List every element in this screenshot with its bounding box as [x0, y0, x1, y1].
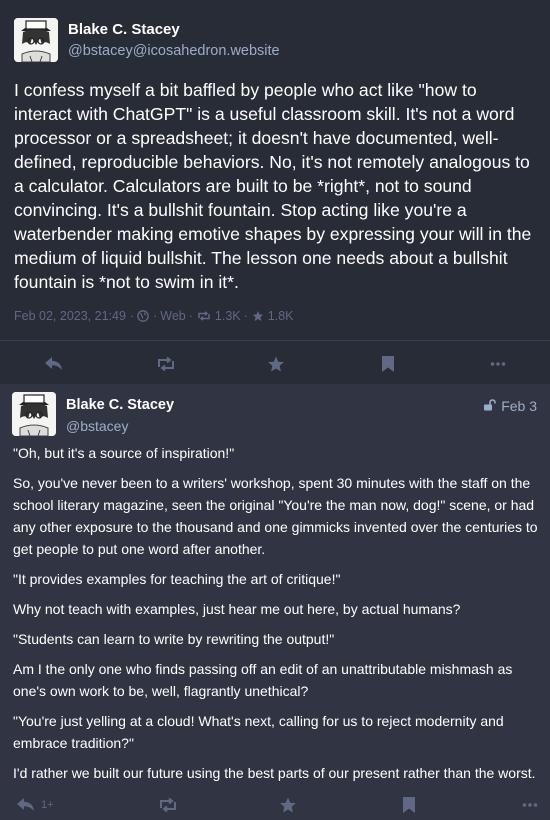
paragraph: "Students can learn to write by rewritin…: [13, 631, 335, 647]
bookmark-button[interactable]: [402, 791, 416, 819]
ellipsis-icon: [522, 803, 538, 807]
focused-status: Blake C. Stacey @bstacey@icosahedron.web…: [0, 0, 550, 384]
action-bar: 1+: [0, 791, 550, 819]
relative-time[interactable]: Feb 3: [501, 398, 537, 414]
favourite-button[interactable]: [267, 350, 285, 378]
author-name[interactable]: Blake C. Stacey: [66, 397, 174, 413]
reply-count: 1+: [41, 799, 54, 811]
paragraph: Am I the only one who finds passing off …: [13, 661, 513, 699]
paragraph: Why not teach with examples, just hear m…: [13, 601, 461, 617]
author-name[interactable]: Blake C. Stacey: [68, 21, 180, 38]
status-content: I confess myself a bit baffled by people…: [14, 80, 532, 292]
application-name: Web: [160, 309, 186, 323]
author-handle[interactable]: @bstacey: [66, 418, 128, 434]
boost-icon: [160, 797, 176, 813]
unlock-icon: [483, 398, 497, 414]
meta-separator: ·: [153, 309, 158, 323]
favourite-button[interactable]: [279, 791, 297, 819]
boost-icon: [197, 311, 211, 321]
star-icon: [268, 356, 284, 372]
reply-icon: [45, 357, 62, 370]
status-timestamp[interactable]: Feb 3: [483, 398, 537, 414]
meta-separator: ·: [188, 309, 193, 323]
meta-separator: ·: [243, 309, 248, 323]
bookmark-button[interactable]: [381, 350, 395, 378]
timestamp-link[interactable]: Feb 02, 2023, 21:49: [14, 309, 126, 323]
globe-icon: [137, 310, 149, 322]
bookmark-icon: [403, 797, 415, 813]
status-meta: Feb 02, 2023, 21:49 · · Web · 1.3K · 1.8…: [14, 309, 294, 323]
star-icon: [252, 310, 264, 322]
author-handle[interactable]: @bstacey@icosahedron.website: [68, 43, 280, 59]
avatar[interactable]: [12, 392, 56, 436]
thread-status: Blake C. Stacey @bstacey Feb 3 "Oh, but …: [0, 384, 550, 820]
more-button[interactable]: [490, 350, 506, 378]
avatar[interactable]: [14, 18, 58, 62]
boost-button[interactable]: [156, 350, 176, 378]
bookmark-icon: [382, 356, 394, 372]
paragraph: "It provides examples for teaching the a…: [13, 571, 341, 587]
paragraph: I'd rather we built our future using the…: [13, 765, 536, 781]
reply-button[interactable]: 1+: [16, 791, 54, 819]
favourite-count[interactable]: 1.8K: [268, 309, 294, 323]
paragraph: "You're just yelling at a cloud! What's …: [13, 713, 504, 751]
ellipsis-icon: [490, 362, 506, 366]
status-content: "Oh, but it's a source of inspiration!" …: [13, 442, 540, 792]
meta-separator: ·: [129, 309, 135, 323]
divider: [0, 340, 550, 341]
action-bar: [0, 350, 550, 378]
more-button[interactable]: [522, 791, 538, 819]
boost-icon: [158, 356, 174, 372]
star-icon: [280, 797, 296, 813]
reply-button[interactable]: [44, 350, 64, 378]
paragraph: So, you've never been to a writers' work…: [13, 475, 538, 557]
reply-icon: [17, 798, 34, 811]
boost-button[interactable]: [158, 791, 178, 819]
boost-count[interactable]: 1.3K: [215, 309, 241, 323]
paragraph: "Oh, but it's a source of inspiration!": [13, 445, 235, 461]
